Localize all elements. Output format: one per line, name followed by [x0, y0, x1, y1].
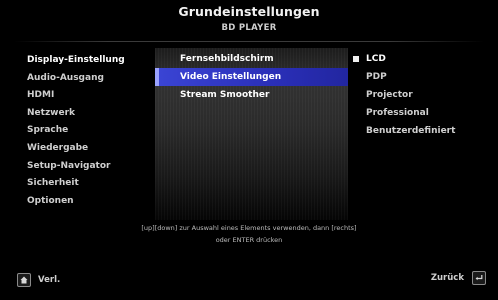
home-icon — [17, 273, 31, 287]
option-label: PDP — [366, 72, 387, 82]
zurueck-label: Zurück — [430, 273, 464, 283]
left-menu-item-display-einstellung[interactable]: Display-Einstellung — [27, 52, 125, 70]
checkbox-icon — [353, 128, 359, 134]
checkbox-icon — [353, 74, 359, 80]
page-title: Grundeinstellungen — [178, 4, 320, 19]
option-projector[interactable]: Projector — [353, 86, 455, 104]
center-menu-item-video-einstellungen[interactable]: Video Einstellungen — [155, 68, 348, 86]
option-label: Professional — [366, 108, 429, 118]
option-benutzerdefiniert[interactable]: Benutzerdefiniert — [353, 122, 455, 140]
option-label: Projector — [366, 90, 413, 100]
option-professional[interactable]: Professional — [353, 104, 455, 122]
center-menu-item-stream-smoother[interactable]: Stream Smoother — [155, 86, 348, 104]
verlassen-label: Verl. — [38, 275, 61, 285]
return-icon — [472, 271, 486, 285]
left-menu-item-audio-ausgang[interactable]: Audio-Ausgang — [27, 70, 125, 88]
checkbox-icon — [353, 56, 359, 62]
option-lcd[interactable]: LCD — [353, 50, 455, 68]
left-menu-item-wiedergabe[interactable]: Wiedergabe — [27, 140, 125, 158]
left-menu-item-sicherheit[interactable]: Sicherheit — [27, 175, 125, 193]
option-label: Benutzerdefiniert — [366, 126, 456, 136]
help-line-1: [up][down] zur Auswahl eines Elements ve… — [141, 224, 357, 232]
left-menu-item-optionen[interactable]: Optionen — [27, 193, 125, 211]
help-line-2: oder ENTER drücken — [215, 236, 283, 244]
zurueck-button[interactable]: Zurück — [431, 271, 486, 285]
option-label: LCD — [366, 54, 386, 64]
checkbox-icon — [353, 92, 359, 98]
left-menu: Display-Einstellung Audio-Ausgang HDMI N… — [27, 52, 125, 210]
center-menu: Fernsehbildschirm Video Einstellungen St… — [155, 50, 348, 104]
left-menu-item-netzwerk[interactable]: Netzwerk — [27, 105, 125, 123]
verlassen-button[interactable]: Verl. — [17, 273, 60, 287]
option-pdp[interactable]: PDP — [353, 68, 455, 86]
left-menu-item-hdmi[interactable]: HDMI — [27, 87, 125, 105]
left-menu-item-setup-navigator[interactable]: Setup-Navigator — [27, 158, 125, 176]
left-menu-item-sprache[interactable]: Sprache — [27, 122, 125, 140]
checkbox-icon — [353, 110, 359, 116]
center-menu-item-fernsehbildschirm[interactable]: Fernsehbildschirm — [155, 50, 348, 68]
page-subtitle: BD PLAYER — [221, 23, 277, 33]
help-text: [up][down] zur Auswahl eines Elements ve… — [0, 222, 498, 246]
header-divider — [14, 41, 484, 42]
right-menu: LCD PDP Projector Professional Benutzerd… — [353, 50, 455, 140]
